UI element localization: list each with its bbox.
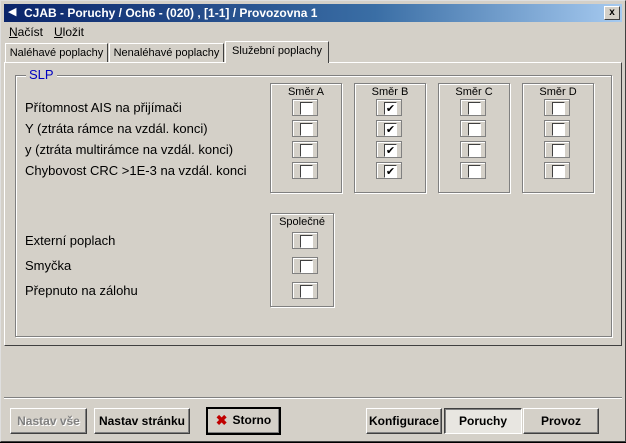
main-window: ◀ CJAB - Poruchy / Och6 - (020) , [1-1] … bbox=[0, 0, 626, 442]
cancel-button[interactable]: ✖ Storno bbox=[206, 407, 281, 435]
checkmark-icon: ✔ bbox=[385, 144, 396, 157]
common-checkbox[interactable] bbox=[300, 285, 313, 298]
menu-load[interactable]: Načíst bbox=[9, 25, 43, 39]
checkmark-icon: ✔ bbox=[385, 165, 396, 178]
alarm-checkbox[interactable] bbox=[300, 123, 313, 136]
menu-save[interactable]: Uložit bbox=[54, 25, 84, 39]
alarm-checkbox[interactable] bbox=[468, 165, 481, 178]
tab-nonurgent-alarms[interactable]: Nenaléhavé poplachy bbox=[109, 43, 224, 63]
set-page-button[interactable]: Nastav stránku bbox=[94, 408, 190, 434]
config-label: Konfigurace bbox=[368, 414, 439, 428]
alarm-checkbox[interactable]: ✔ bbox=[384, 165, 397, 178]
tab-service-alarms-label: Služební poplachy bbox=[232, 45, 322, 57]
menu-save-rest: ložit bbox=[62, 25, 85, 39]
tab-nonurgent-alarms-label: Nenaléhavé poplachy bbox=[113, 47, 220, 59]
bottom-separator bbox=[4, 397, 622, 399]
operation-label: Provoz bbox=[540, 414, 581, 428]
common-checkbox[interactable] bbox=[300, 260, 313, 273]
window-title: CJAB - Poruchy / Och6 - (020) , [1-1] / … bbox=[24, 6, 318, 20]
close-button[interactable]: x bbox=[604, 6, 620, 20]
tab-panel: SLP bbox=[4, 62, 622, 346]
alarm-checkbox[interactable] bbox=[552, 102, 565, 115]
title-bar[interactable]: ◀ CJAB - Poruchy / Och6 - (020) , [1-1] … bbox=[4, 4, 622, 22]
alarm-checkbox[interactable] bbox=[552, 144, 565, 157]
tab-urgent-alarms[interactable]: Naléhavé poplachy bbox=[5, 43, 108, 63]
menu-load-hotkey: N bbox=[9, 25, 18, 39]
tab-service-alarms[interactable]: Služební poplachy bbox=[225, 41, 329, 63]
alarm-checkbox[interactable] bbox=[300, 165, 313, 178]
faults-button[interactable]: Poruchy bbox=[444, 408, 522, 434]
common-checkbox[interactable] bbox=[300, 235, 313, 248]
alarm-checkbox[interactable] bbox=[468, 102, 481, 115]
alarm-checkbox[interactable]: ✔ bbox=[384, 102, 397, 115]
menu-load-rest: ačíst bbox=[17, 25, 44, 39]
faults-label: Poruchy bbox=[458, 414, 507, 428]
slp-groupbox: SLP bbox=[15, 67, 612, 337]
cancel-label: Storno bbox=[232, 413, 272, 427]
checkmark-icon: ✔ bbox=[385, 102, 396, 115]
red-x-icon: ✖ bbox=[215, 412, 228, 428]
close-icon: x bbox=[609, 7, 615, 18]
menu-save-hotkey: U bbox=[54, 25, 63, 39]
operation-button[interactable]: Provoz bbox=[523, 408, 599, 434]
tab-urgent-alarms-label: Naléhavé poplachy bbox=[9, 47, 104, 59]
set-all-button[interactable]: Nastav vše bbox=[10, 408, 87, 434]
alarm-checkbox[interactable] bbox=[468, 144, 481, 157]
checkmark-icon: ✔ bbox=[385, 123, 396, 136]
alarm-checkbox[interactable] bbox=[468, 123, 481, 136]
set-page-label: Nastav stránku bbox=[98, 414, 186, 428]
alarm-checkbox[interactable] bbox=[552, 165, 565, 178]
alarm-checkbox[interactable] bbox=[300, 144, 313, 157]
config-button[interactable]: Konfigurace bbox=[366, 408, 442, 434]
app-icon[interactable]: ◀ bbox=[8, 5, 16, 18]
alarm-checkbox[interactable]: ✔ bbox=[384, 123, 397, 136]
alarm-checkbox[interactable]: ✔ bbox=[384, 144, 397, 157]
slp-group-title: SLP bbox=[26, 67, 57, 82]
alarm-checkbox[interactable] bbox=[552, 123, 565, 136]
set-all-label: Nastav vše bbox=[17, 414, 80, 428]
alarm-checkbox[interactable] bbox=[300, 102, 313, 115]
